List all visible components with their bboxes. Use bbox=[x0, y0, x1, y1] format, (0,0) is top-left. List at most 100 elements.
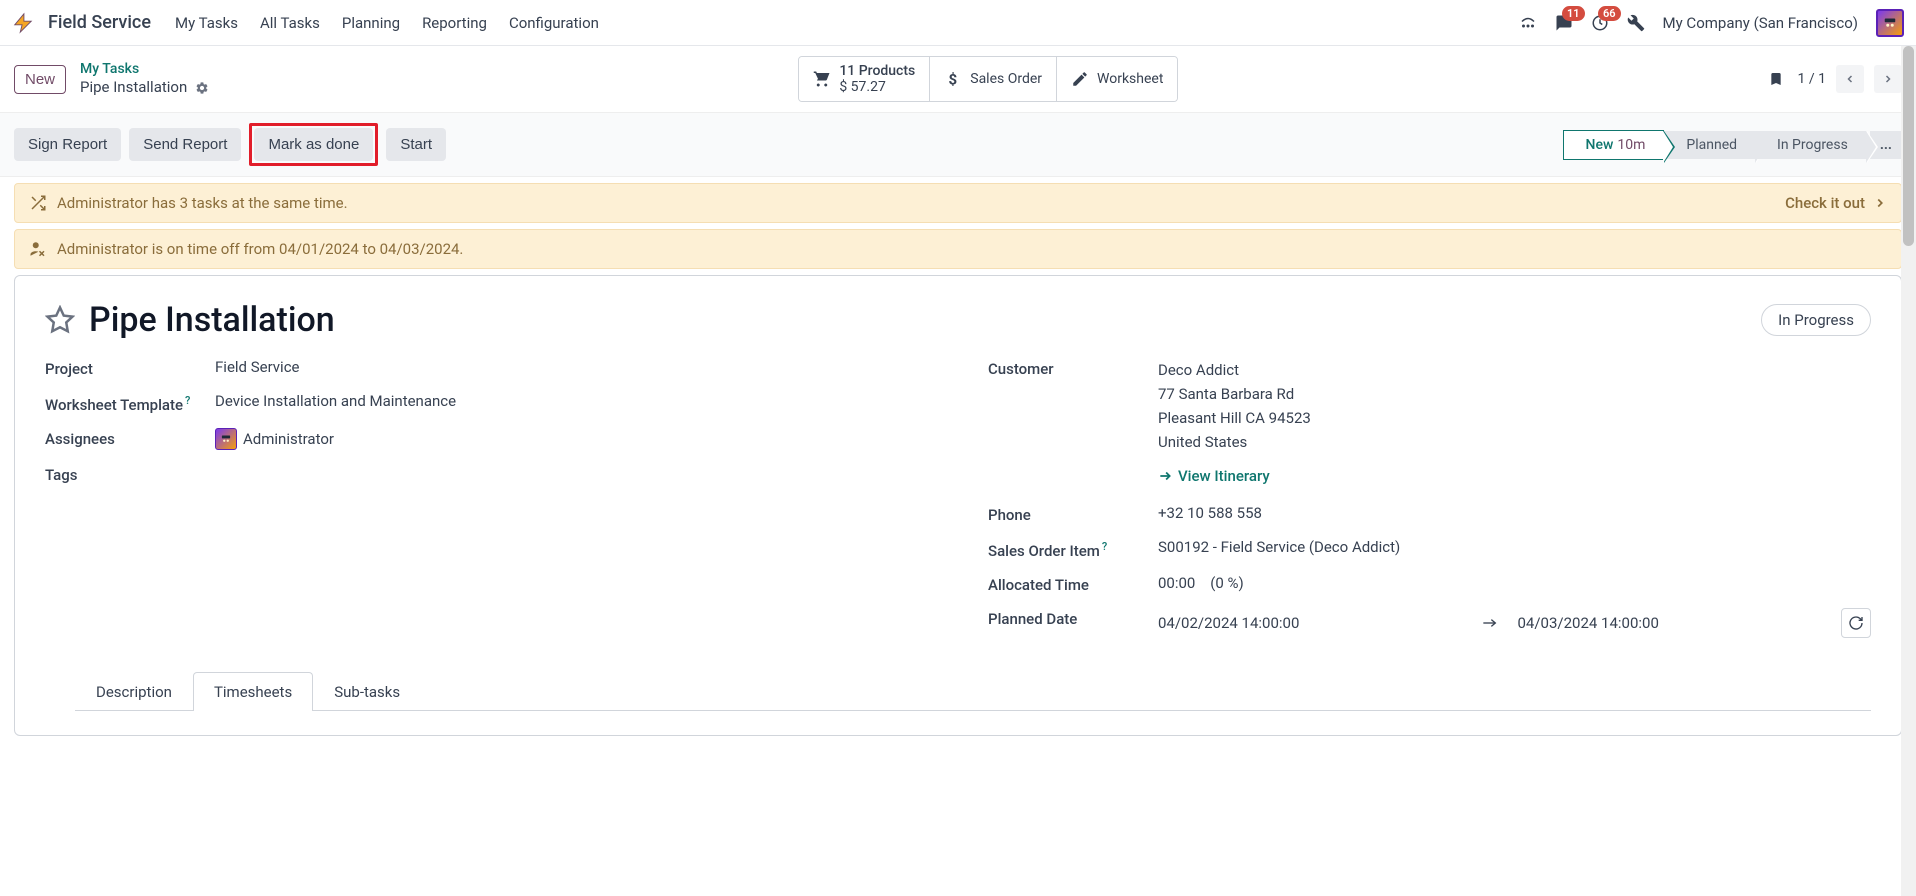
status-in-progress[interactable]: In Progress bbox=[1755, 131, 1866, 159]
arrow-right-icon bbox=[1482, 618, 1498, 628]
breadcrumb: My Tasks Pipe Installation bbox=[80, 61, 209, 97]
alert-check-link[interactable]: Check it out bbox=[1785, 194, 1887, 212]
label-planned-date: Planned Date bbox=[988, 608, 1158, 628]
value-assignees[interactable]: Administrator bbox=[215, 428, 928, 450]
products-count: 11 Products bbox=[839, 63, 915, 79]
user-off-icon bbox=[29, 240, 47, 258]
products-button[interactable]: 11 Products $ 57.27 bbox=[799, 57, 930, 101]
pager-next[interactable] bbox=[1874, 65, 1902, 93]
planned-start[interactable]: 04/02/2024 14:00:00 bbox=[1158, 614, 1299, 632]
right-controls: 1 / 1 bbox=[1768, 65, 1902, 93]
arrow-right-icon bbox=[1158, 469, 1172, 483]
pencil-icon bbox=[1071, 70, 1089, 88]
cart-icon bbox=[813, 70, 831, 88]
new-button[interactable]: New bbox=[14, 65, 66, 94]
svg-text:$: $ bbox=[949, 70, 958, 88]
messaging-badge: 11 bbox=[1562, 6, 1585, 21]
breadcrumb-parent[interactable]: My Tasks bbox=[80, 61, 209, 79]
value-customer[interactable]: Deco Addict 77 Santa Barbara Rd Pleasant… bbox=[1158, 358, 1871, 490]
alert-timeoff-text: Administrator is on time off from 04/01/… bbox=[57, 240, 463, 258]
activities-icon[interactable]: 66 bbox=[1591, 14, 1609, 32]
label-project: Project bbox=[45, 358, 215, 378]
menu-all-tasks[interactable]: All Tasks bbox=[260, 14, 320, 32]
favorite-star-icon[interactable] bbox=[45, 305, 75, 335]
breadcrumb-current: Pipe Installation bbox=[80, 78, 187, 97]
highlight-annotation: Mark as done bbox=[249, 123, 378, 166]
app-icon[interactable] bbox=[12, 12, 34, 34]
menu-configuration[interactable]: Configuration bbox=[509, 14, 599, 32]
form-tabs: Description Timesheets Sub-tasks bbox=[75, 672, 1871, 711]
label-worksheet-template: Worksheet Template? bbox=[45, 392, 215, 414]
label-sales-order-item: Sales Order Item? bbox=[988, 538, 1158, 560]
help-icon[interactable]: ? bbox=[185, 394, 190, 407]
value-project[interactable]: Field Service bbox=[215, 358, 928, 376]
app-title[interactable]: Field Service bbox=[48, 12, 151, 33]
scrollbar-thumb[interactable] bbox=[1903, 46, 1914, 246]
menu-my-tasks[interactable]: My Tasks bbox=[175, 14, 238, 32]
tab-timesheets[interactable]: Timesheets bbox=[193, 672, 313, 711]
tab-description[interactable]: Description bbox=[75, 672, 193, 711]
tab-subtasks[interactable]: Sub-tasks bbox=[313, 672, 421, 711]
form-right-col: Customer Deco Addict 77 Santa Barbara Rd… bbox=[988, 358, 1871, 652]
form-left-col: Project Field Service Worksheet Template… bbox=[45, 358, 928, 652]
worksheet-label: Worksheet bbox=[1097, 71, 1163, 87]
alert-conflict: Administrator has 3 tasks at the same ti… bbox=[14, 183, 1902, 223]
task-title[interactable]: Pipe Installation bbox=[89, 300, 335, 340]
view-itinerary-link[interactable]: View Itinerary bbox=[1158, 464, 1270, 488]
pager-prev[interactable] bbox=[1836, 65, 1864, 93]
value-worksheet-template[interactable]: Device Installation and Maintenance bbox=[215, 392, 928, 410]
gear-icon[interactable] bbox=[195, 81, 209, 95]
start-button[interactable]: Start bbox=[386, 128, 446, 161]
user-avatar[interactable] bbox=[1876, 9, 1904, 37]
voip-icon[interactable] bbox=[1519, 14, 1537, 32]
activities-badge: 66 bbox=[1598, 6, 1621, 21]
shuffle-icon bbox=[29, 194, 47, 212]
topnav-right: 11 66 My Company (San Francisco) bbox=[1519, 9, 1904, 37]
mark-done-button[interactable]: Mark as done bbox=[254, 128, 373, 161]
sign-report-button[interactable]: Sign Report bbox=[14, 128, 121, 161]
control-bar: New My Tasks Pipe Installation 11 Produc… bbox=[0, 46, 1916, 112]
label-customer: Customer bbox=[988, 358, 1158, 378]
status-planned[interactable]: Planned bbox=[1664, 131, 1755, 159]
value-planned-date[interactable]: 04/02/2024 14:00:00 04/03/2024 14:00:00 bbox=[1158, 608, 1871, 638]
value-phone[interactable]: +32 10 588 558 bbox=[1158, 504, 1871, 522]
menu-reporting[interactable]: Reporting bbox=[422, 14, 487, 32]
status-new[interactable]: New10m bbox=[1563, 130, 1665, 160]
label-phone: Phone bbox=[988, 504, 1158, 524]
debug-icon[interactable] bbox=[1627, 14, 1645, 32]
pager: 1 / 1 bbox=[1798, 65, 1902, 93]
products-amount: $ 57.27 bbox=[839, 79, 915, 95]
label-tags: Tags bbox=[45, 464, 215, 484]
form-sheet: Pipe Installation In Progress Project Fi… bbox=[14, 275, 1902, 736]
title-row: Pipe Installation In Progress bbox=[45, 300, 1871, 340]
state-badge[interactable]: In Progress bbox=[1761, 304, 1871, 336]
scrollbar[interactable] bbox=[1901, 46, 1916, 896]
send-report-button[interactable]: Send Report bbox=[129, 128, 241, 161]
refresh-button[interactable] bbox=[1841, 608, 1871, 638]
label-allocated-time: Allocated Time bbox=[988, 574, 1158, 594]
worksheet-button[interactable]: Worksheet bbox=[1057, 57, 1177, 101]
bookmark-icon[interactable] bbox=[1768, 69, 1784, 89]
topnav-left: Field Service My Tasks All Tasks Plannin… bbox=[12, 12, 599, 34]
form-grid: Project Field Service Worksheet Template… bbox=[45, 358, 1871, 652]
sales-order-label: Sales Order bbox=[970, 71, 1042, 87]
action-bar: Sign Report Send Report Mark as done Sta… bbox=[0, 112, 1916, 177]
company-selector[interactable]: My Company (San Francisco) bbox=[1663, 14, 1858, 32]
value-sales-order-item[interactable]: S00192 - Field Service (Deco Addict) bbox=[1158, 538, 1871, 556]
assignee-avatar bbox=[215, 428, 237, 450]
planned-end[interactable]: 04/03/2024 14:00:00 bbox=[1518, 614, 1659, 632]
alert-conflict-text: Administrator has 3 tasks at the same ti… bbox=[57, 194, 348, 212]
top-nav: Field Service My Tasks All Tasks Plannin… bbox=[0, 0, 1916, 46]
help-icon[interactable]: ? bbox=[1102, 540, 1107, 553]
messaging-icon[interactable]: 11 bbox=[1555, 14, 1573, 32]
chevron-right-icon bbox=[1873, 196, 1887, 210]
pager-text[interactable]: 1 / 1 bbox=[1798, 71, 1826, 87]
dollar-icon: $ bbox=[944, 70, 962, 88]
label-assignees: Assignees bbox=[45, 428, 215, 448]
topnav-menu: My Tasks All Tasks Planning Reporting Co… bbox=[175, 14, 599, 32]
value-allocated-time[interactable]: 00:00 (0 %) bbox=[1158, 574, 1871, 592]
stat-buttons: 11 Products $ 57.27 $ Sales Order Worksh… bbox=[798, 56, 1178, 102]
menu-planning[interactable]: Planning bbox=[342, 14, 400, 32]
sales-order-button[interactable]: $ Sales Order bbox=[930, 57, 1057, 101]
status-bar: New10m Planned In Progress ... bbox=[1563, 130, 1902, 160]
